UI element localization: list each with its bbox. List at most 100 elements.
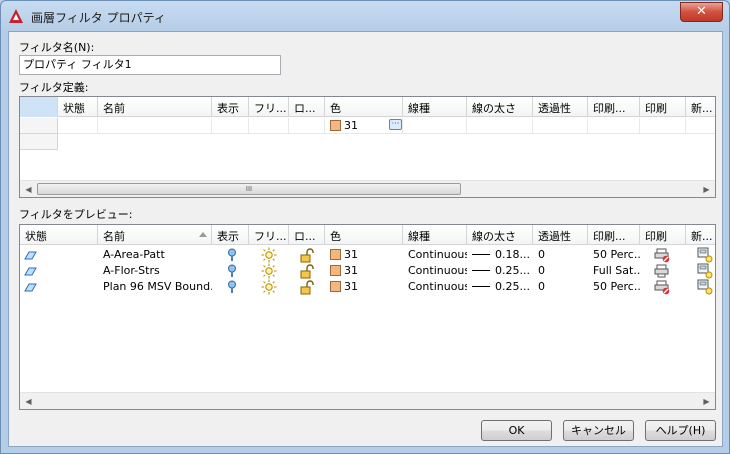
table-row[interactable]: Plan 96 MSV Bound... 31 Continuous 0.25.… [20,279,715,295]
layer-plot-style[interactable]: 50 Perc... [588,279,640,295]
preview-hscrollbar[interactable]: ◀ ▶ [20,392,715,409]
row-selector-header[interactable] [20,97,58,117]
layer-transparency[interactable]: 0 [533,279,588,295]
sun-thaw-icon[interactable] [261,247,277,263]
col-header-new-vp-freeze[interactable]: 新... [686,97,715,117]
printer-no-plot-icon[interactable] [654,279,670,295]
new-viewport-freeze-icon[interactable] [697,247,713,263]
def-cell-transparency[interactable] [533,118,588,134]
col-header-lock[interactable]: ロ... [289,225,325,245]
def-cell-linetype[interactable] [403,118,467,134]
layer-linetype[interactable]: Continuous [403,247,467,263]
col-header-on[interactable]: 表示 [212,225,249,245]
col-header-name[interactable]: 名前 [98,97,212,117]
lightbulb-on-icon[interactable] [224,247,240,263]
def-cell-plot[interactable] [640,118,686,134]
layer-transparency[interactable]: 0 [533,263,588,279]
col-header-on[interactable]: 表示 [212,97,249,117]
layer-name: A-Flor-Strs [103,264,160,277]
help-button[interactable]: ヘルプ(H) [645,420,716,441]
row-selector[interactable] [20,118,58,134]
col-header-lineweight[interactable]: 線の太さ [467,97,533,117]
lightbulb-on-icon[interactable] [224,263,240,279]
new-viewport-freeze-icon[interactable] [697,279,713,295]
col-header-plot[interactable]: 印刷 [640,225,686,245]
def-cell-new-vp-freeze[interactable] [686,118,715,134]
layer-lineweight[interactable]: 0.25... [467,279,533,295]
def-cell-on[interactable] [212,118,249,134]
def-cell-status[interactable] [58,118,98,134]
printer-no-plot-icon[interactable] [654,247,670,263]
row-selector[interactable] [20,134,58,150]
preview-grid[interactable]: 状態 名前 表示 フリ... ロ... 色 線種 線の太さ 透過性 印刷... … [19,224,716,410]
layer-plot-style[interactable]: 50 Perc... [588,247,640,263]
printer-plot-icon[interactable] [654,263,670,279]
layer-lineweight[interactable]: 0.18... [467,247,533,263]
scroll-left-icon[interactable]: ◀ [20,181,37,197]
layer-lineweight[interactable]: 0.25... [467,263,533,279]
unlocked-padlock-icon[interactable] [299,247,315,263]
col-header-transparency[interactable]: 透過性 [533,225,588,245]
def-cell-plot-style[interactable] [588,118,640,134]
table-row[interactable]: A-Flor-Strs 31 Continuous 0.25... 0 Full… [20,263,715,279]
definition-row-1[interactable]: 31 ··· [20,118,715,134]
sort-ascending-icon [199,232,207,237]
layer-color-value: 31 [344,264,358,277]
layer-transparency[interactable]: 0 [533,247,588,263]
col-header-name[interactable]: 名前 [98,225,212,245]
layer-color[interactable]: 31 [325,263,403,279]
scroll-right-icon[interactable]: ▶ [698,393,715,409]
window-title: 画層フィルタ プロパティ [31,11,166,25]
col-header-plot[interactable]: 印刷 [640,97,686,117]
title-bar[interactable]: 画層フィルタ プロパティ ✕ [1,1,729,31]
col-header-lock[interactable]: ロ... [289,97,325,117]
color-browse-button[interactable]: ··· [389,119,402,130]
ok-button[interactable]: OK [481,420,552,441]
filter-definition-grid[interactable]: 状態 名前 表示 フリ... ロ... 色 線種 線の太さ 透過性 印刷... … [19,96,716,198]
filter-definition-label: フィルタ定義: [19,81,89,94]
col-header-lineweight[interactable]: 線の太さ [467,225,533,245]
col-header-new-vp-freeze[interactable]: 新... [686,225,715,245]
def-cell-color[interactable]: 31 ··· [325,118,403,134]
layer-status-icon [24,283,37,292]
col-header-freeze[interactable]: フリ... [249,97,289,117]
layer-color[interactable]: 31 [325,247,403,263]
cancel-button[interactable]: キャンセル [563,420,634,441]
unlocked-padlock-icon[interactable] [299,279,315,295]
col-header-linetype[interactable]: 線種 [403,97,467,117]
def-cell-lock[interactable] [289,118,325,134]
col-header-linetype[interactable]: 線種 [403,225,467,245]
new-viewport-freeze-icon[interactable] [697,263,713,279]
col-header-status[interactable]: 状態 [58,97,98,117]
color-swatch [330,265,341,276]
preview-label: フィルタをプレビュー: [19,208,133,221]
definition-hscrollbar[interactable]: ◀ III ▶ [20,180,715,197]
sun-thaw-icon[interactable] [261,263,277,279]
def-cell-freeze[interactable] [249,118,289,134]
col-header-plot-style[interactable]: 印刷... [588,225,640,245]
scroll-right-icon[interactable]: ▶ [698,181,715,197]
col-header-color[interactable]: 色 [325,97,403,117]
layer-color[interactable]: 31 [325,279,403,295]
layer-plot-style[interactable]: Full Sat... [588,263,640,279]
scroll-left-icon[interactable]: ◀ [20,393,37,409]
def-cell-name[interactable] [98,118,212,134]
sun-thaw-icon[interactable] [261,279,277,295]
col-header-status[interactable]: 状態 [20,225,98,245]
layer-linetype[interactable]: Continuous [403,263,467,279]
col-header-color[interactable]: 色 [325,225,403,245]
close-button[interactable]: ✕ [680,2,723,22]
lineweight-sample [472,270,490,271]
filter-name-input[interactable]: プロパティ フィルタ1 [19,55,281,75]
layer-linetype[interactable]: Continuous [403,279,467,295]
table-row[interactable]: A-Area-Patt 31 Continuous 0.18... 0 50 P… [20,247,715,263]
scroll-thumb[interactable]: III [37,183,461,195]
col-header-freeze[interactable]: フリ... [249,225,289,245]
col-header-transparency[interactable]: 透過性 [533,97,588,117]
lightbulb-on-icon[interactable] [224,279,240,295]
col-header-name-label: 名前 [103,230,125,243]
def-cell-lineweight[interactable] [467,118,533,134]
unlocked-padlock-icon[interactable] [299,263,315,279]
col-header-plot-style[interactable]: 印刷... [588,97,640,117]
definition-row-2[interactable] [20,134,715,150]
